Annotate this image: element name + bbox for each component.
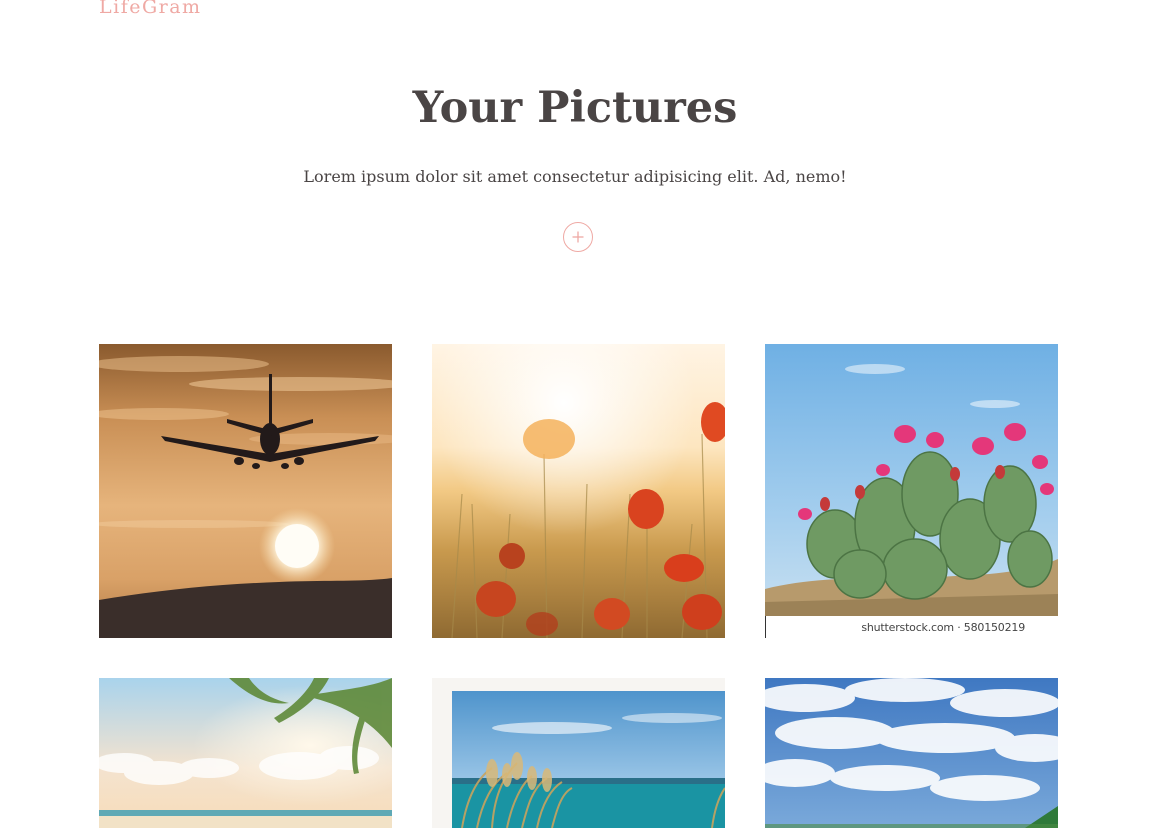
gallery-photo-blooming-cactus[interactable]: shutterstock.com · 580150219 [765, 344, 1058, 638]
gallery-photo-cloudy-sky[interactable] [765, 678, 1058, 828]
gallery-photo-airplane-sunset[interactable] [99, 344, 392, 638]
watermark-edge [765, 616, 766, 638]
page-title: Your Pictures [412, 83, 738, 133]
gallery-photo-poppy-field[interactable] [432, 344, 725, 638]
watermark-bar: shutterstock.com · 580150219 [765, 616, 1058, 638]
poppy-field-image [432, 344, 725, 638]
gallery-photo-tropical-beach[interactable] [99, 678, 392, 828]
airplane-sunset-image [99, 344, 392, 638]
dune-grass-sea-image [432, 678, 725, 828]
tropical-beach-image [99, 678, 392, 828]
hero-section: Your Pictures Lorem ipsum dolor sit amet… [0, 78, 1150, 188]
shutterstock-watermark: shutterstock.com · 580150219 [861, 621, 1025, 634]
cloudy-sky-image [765, 678, 1058, 828]
add-picture-button[interactable] [563, 222, 593, 252]
brand-logo[interactable]: LifeGram [99, 0, 202, 18]
plus-icon [572, 231, 584, 243]
page-subtitle: Lorem ipsum dolor sit amet consectetur a… [303, 167, 847, 186]
blooming-cactus-image [765, 344, 1058, 638]
gallery-photo-dune-grass-sea[interactable] [432, 678, 725, 828]
